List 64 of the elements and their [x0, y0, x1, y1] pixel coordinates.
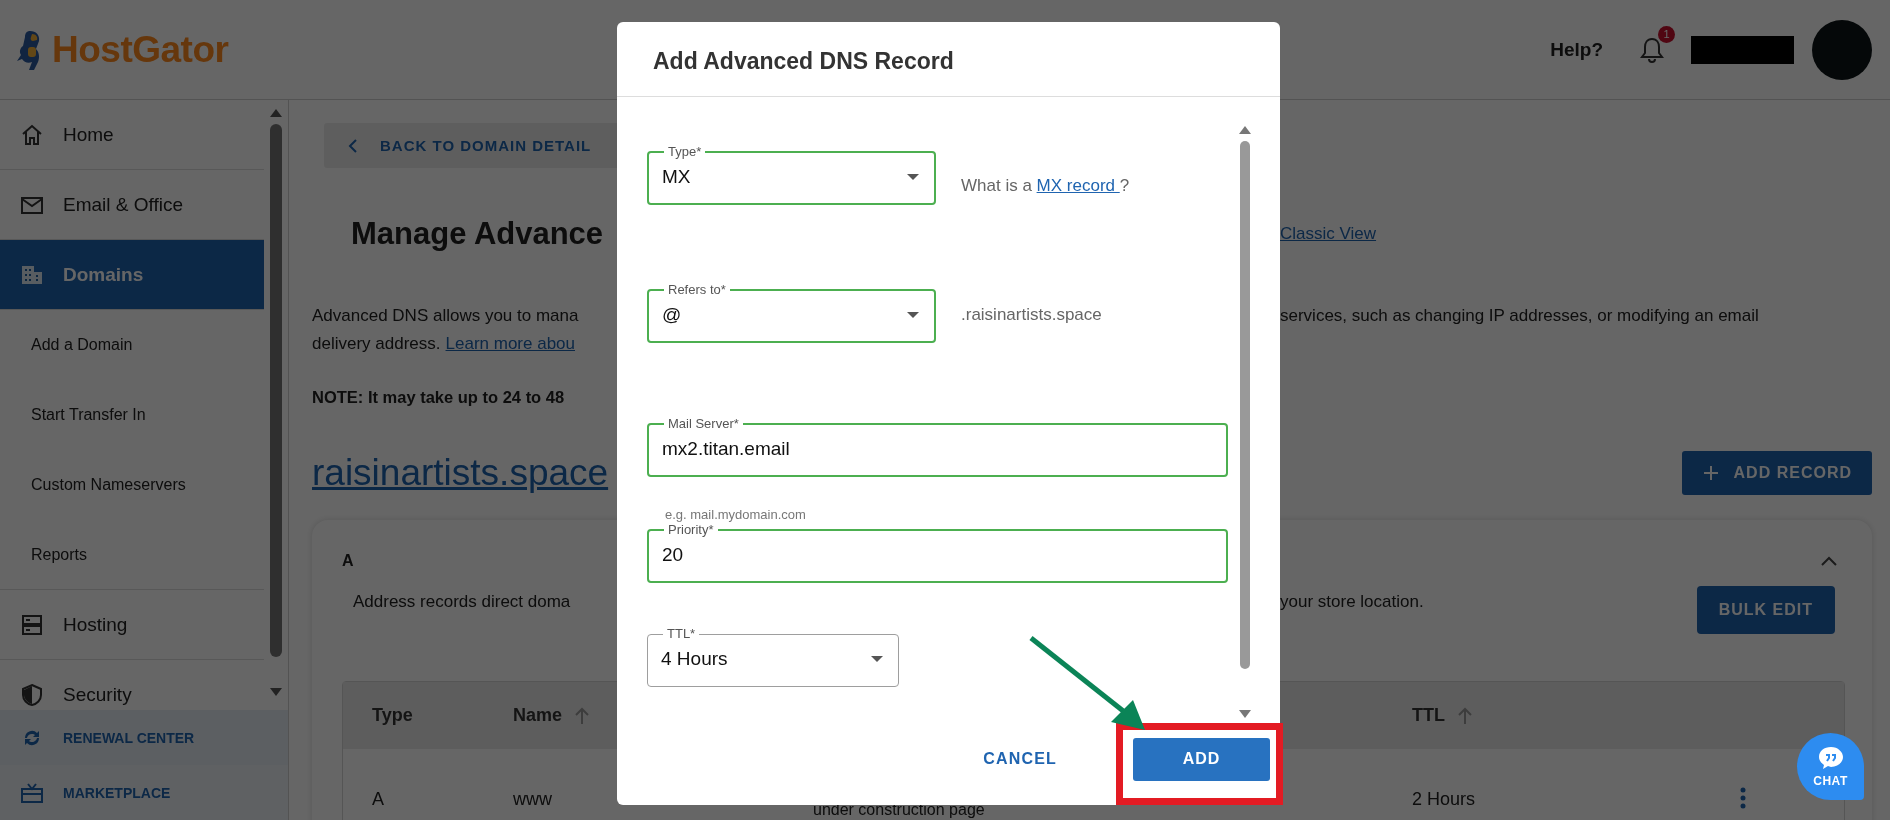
input-field[interactable]: Priority* 20 — [647, 523, 1228, 583]
select-field[interactable]: TTL* 4 Hours — [647, 627, 899, 687]
sidebar-item[interactable]: Start Transfer In — [0, 380, 265, 450]
server-icon — [20, 612, 44, 637]
sidebar-item[interactable]: Custom Nameservers — [0, 450, 265, 520]
scrollbar-thumb[interactable] — [1240, 140, 1250, 670]
table-cell-text: 2 Hours — [1412, 788, 1477, 811]
notification-badge: 1 — [1658, 25, 1675, 43]
intro-text: delivery address. — [312, 334, 441, 353]
note-text: NOTE: It may take up to 24 to 48 — [312, 388, 565, 406]
speech-bubble-icon — [1817, 745, 1844, 770]
logo-text: HostGator — [52, 28, 229, 71]
add-button[interactable]: ADD — [1133, 737, 1270, 781]
sidebar-link[interactable]: RENEWAL CENTER — [0, 710, 288, 765]
caret-down-icon — [906, 311, 920, 319]
caret-down-icon — [870, 655, 884, 663]
home-icon — [20, 122, 44, 147]
sidebar-item[interactable]: Home — [0, 100, 265, 170]
chevron-up-icon[interactable] — [1821, 556, 1837, 566]
plus-icon — [1701, 464, 1720, 482]
sidebar-item[interactable]: Domains — [0, 240, 265, 310]
cancel-button[interactable]: CANCEL — [977, 749, 1063, 769]
sidebar-link[interactable]: MARKETPLACE — [0, 765, 288, 820]
scroll-down-icon[interactable] — [1238, 709, 1252, 719]
sort-arrow-icon — [574, 706, 591, 725]
help-text: What is a MX record ? — [961, 176, 1130, 196]
domain-suffix: .raisinartists.space — [961, 305, 1102, 325]
help-link[interactable]: Help? — [1550, 38, 1603, 61]
helper-text: e.g. mail.mydomain.com — [665, 508, 807, 522]
record-description: your store location. — [1280, 591, 1424, 612]
scrollbar-thumb[interactable] — [270, 124, 283, 657]
chevron-left-icon — [348, 138, 358, 153]
record-help-link[interactable]: MX record — [1036, 176, 1120, 195]
column-header[interactable]: TTL — [1412, 705, 1740, 726]
record-description: Address records direct doma — [352, 591, 572, 612]
learn-more-link[interactable]: Learn more abou — [445, 334, 575, 353]
sidebar-item[interactable]: Add a Domain — [0, 310, 265, 380]
input-field[interactable]: Mail Server* mx2.titan.email — [647, 417, 1228, 477]
classic-view-link[interactable]: Classic View — [1280, 224, 1377, 243]
page-title: Manage Advance — [351, 216, 605, 252]
bulk-edit-button[interactable]: BULK EDIT — [1696, 586, 1835, 634]
dialog-title: Add Advanced DNS Record — [617, 22, 1280, 97]
scroll-up-icon[interactable] — [1238, 125, 1252, 135]
record-type-heading: A — [342, 552, 354, 570]
select-field[interactable]: Type* MX — [647, 145, 936, 205]
select-field[interactable]: Refers to* @ — [647, 283, 936, 343]
scroll-down-icon[interactable] — [269, 687, 284, 697]
table-cell: under construction page — [813, 801, 985, 818]
shield-icon — [20, 682, 44, 707]
intro-text: services, such as changing IP addresses, or modifying an email — [1280, 306, 1759, 325]
scroll-up-icon[interactable] — [269, 108, 284, 118]
domain-link[interactable]: raisinartists.space — [312, 452, 609, 494]
table-cell-text: A — [372, 788, 385, 811]
sort-arrow-icon — [1457, 706, 1473, 725]
add-record-button[interactable]: ADD RECORD — [1681, 451, 1872, 495]
column-header[interactable]: Type — [372, 705, 513, 726]
bell-icon[interactable] — [1639, 35, 1665, 64]
sidebar-item[interactable]: Hosting — [0, 590, 265, 660]
caret-down-icon — [906, 173, 920, 181]
kebab-menu-icon[interactable] — [1740, 787, 1746, 809]
sidebar-item[interactable]: Reports — [0, 520, 265, 590]
column-header[interactable]: Name — [513, 705, 813, 726]
intro-text: Advanced DNS allows you to mana — [312, 306, 579, 325]
table-cell-text: www — [513, 788, 553, 811]
